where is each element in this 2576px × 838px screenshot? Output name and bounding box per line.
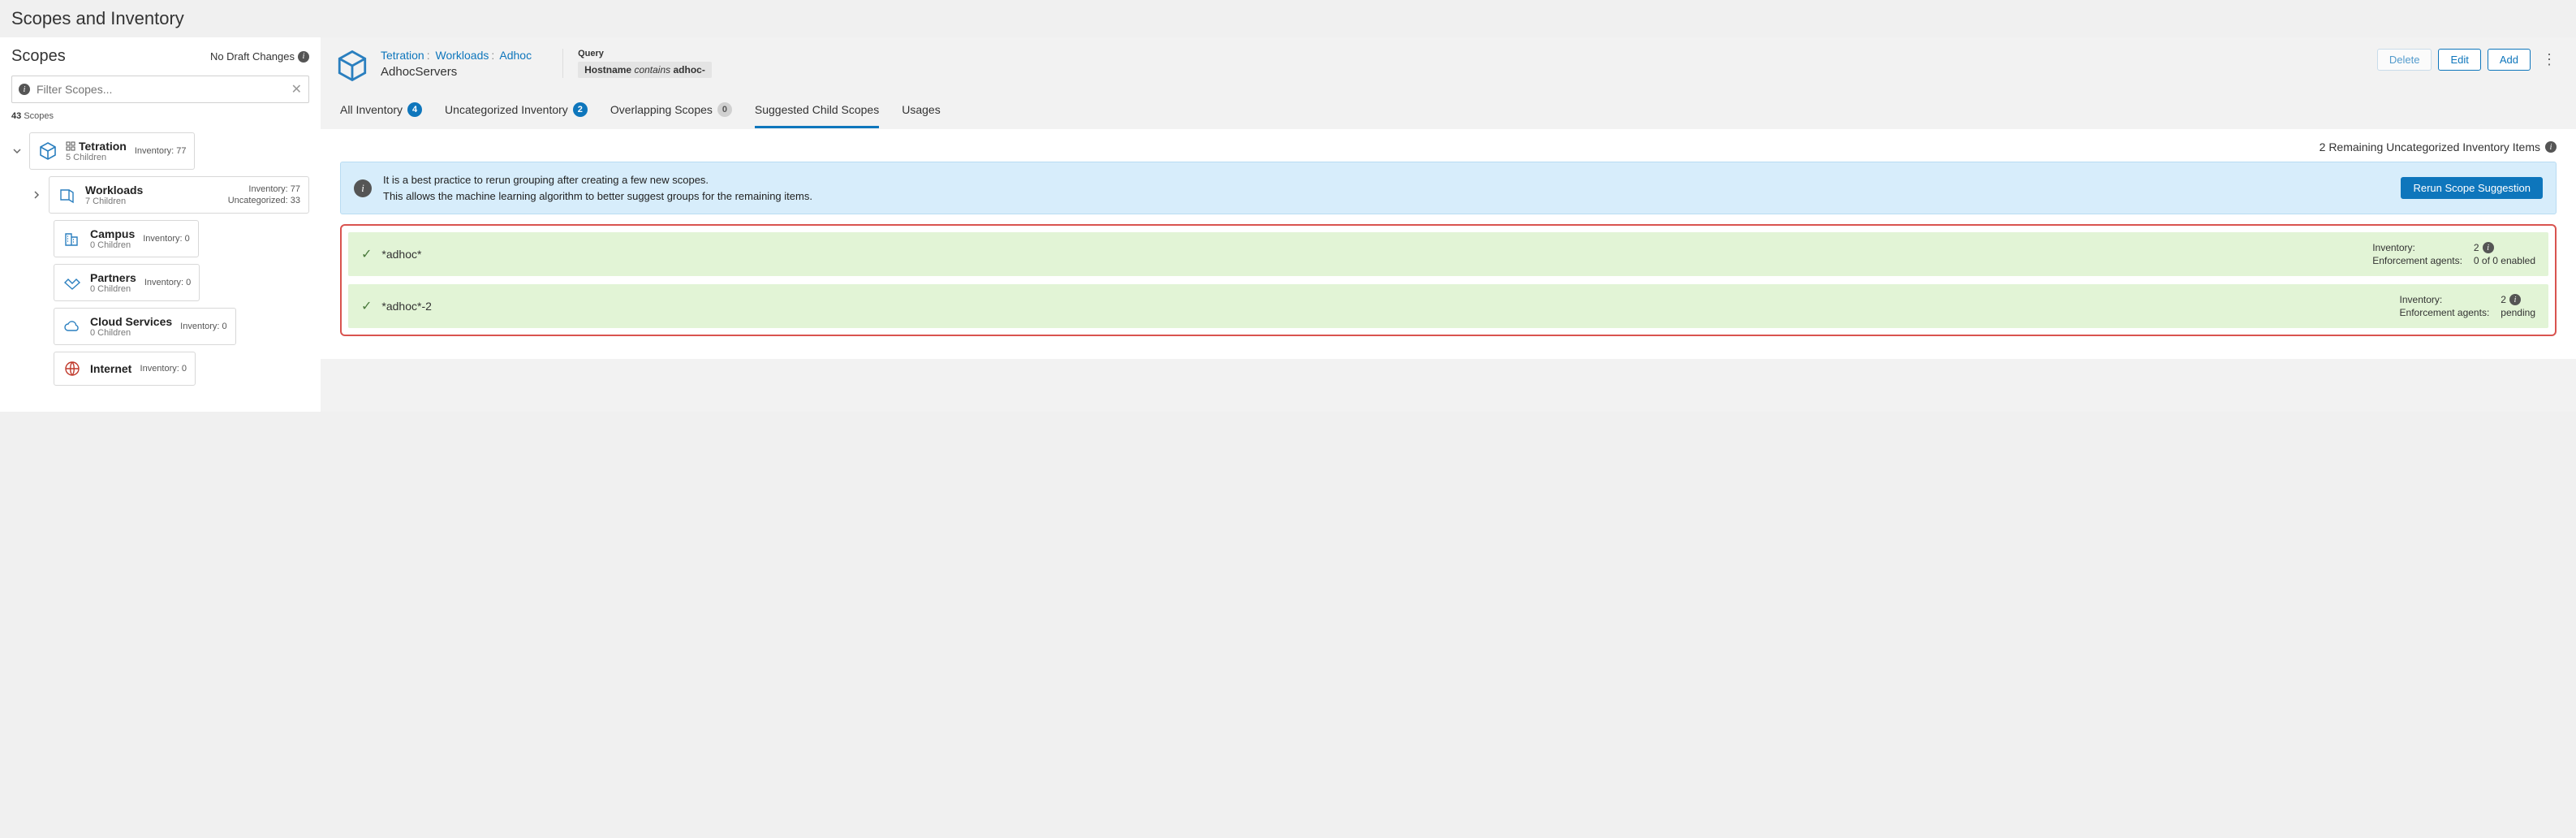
scope-count: 43 Scopes: [11, 111, 309, 121]
tree-row-partners[interactable]: Partners 0 Children Inventory: 0: [11, 264, 309, 301]
breadcrumb-link[interactable]: Tetration: [381, 49, 424, 62]
query-chip: Hostname contains adhoc-: [578, 62, 712, 78]
meta-value: pending: [2501, 307, 2535, 318]
suggestion-row[interactable]: ✓ *adhoc* Inventory: 2i Enforcement agen…: [348, 232, 2548, 276]
node-inventory: Inventory: 0: [140, 364, 187, 374]
main-panel: Tetration: Workloads: Adhoc AdhocServers…: [321, 37, 2576, 412]
tab-bar: All Inventory 4 Uncategorized Inventory …: [321, 94, 2576, 129]
meta-label: Inventory:: [2400, 294, 2490, 305]
cube-icon: [38, 141, 58, 161]
cube-icon: [335, 49, 369, 83]
info-icon[interactable]: i: [2545, 141, 2557, 153]
chevron-down-icon[interactable]: [11, 145, 23, 157]
meta-value: 2i: [2501, 294, 2535, 305]
badge: 0: [717, 102, 732, 117]
tree-row-tetration[interactable]: Tetration 5 Children Inventory: 77: [11, 132, 309, 170]
info-icon[interactable]: i: [2509, 294, 2521, 305]
node-inventory: Inventory: 77: [228, 184, 300, 194]
page-title: Scopes and Inventory: [0, 0, 2576, 37]
tab-all-inventory[interactable]: All Inventory 4: [340, 94, 422, 129]
info-icon: i: [354, 179, 372, 197]
globe-icon: [62, 359, 82, 378]
node-inventory: Inventory: 0: [144, 278, 191, 287]
suggestion-row[interactable]: ✓ *adhoc*-2 Inventory: 2i Enforcement ag…: [348, 284, 2548, 328]
node-inventory: Inventory: 0: [143, 234, 189, 244]
suggestion-name: *adhoc*: [381, 248, 2363, 261]
check-icon: ✓: [361, 298, 372, 314]
meta-label: Enforcement agents:: [2400, 307, 2490, 318]
edit-button[interactable]: Edit: [2438, 49, 2480, 71]
check-icon: ✓: [361, 246, 372, 262]
rerun-scope-suggestion-button[interactable]: Rerun Scope Suggestion: [2401, 177, 2543, 199]
delete-button[interactable]: Delete: [2377, 49, 2432, 71]
info-icon[interactable]: i: [2483, 242, 2494, 253]
badge: 2: [573, 102, 588, 117]
tab-overlapping-scopes[interactable]: Overlapping Scopes 0: [610, 94, 732, 129]
draft-changes-label: No Draft Changes i: [210, 50, 309, 63]
node-children: 5 Children: [66, 153, 127, 162]
more-menu-icon[interactable]: ⋮: [2537, 51, 2561, 68]
suggestion-name: *adhoc*-2: [381, 300, 2389, 313]
suggestion-group-highlight: ✓ *adhoc* Inventory: 2i Enforcement agen…: [340, 224, 2557, 336]
node-name: Campus: [90, 227, 135, 240]
meta-value: 0 of 0 enabled: [2474, 255, 2535, 266]
tab-suggested-child-scopes[interactable]: Suggested Child Scopes: [755, 95, 879, 128]
sidebar-title: Scopes: [11, 47, 66, 66]
node-name: Cloud Services: [90, 315, 172, 328]
node-name: Tetration: [79, 140, 127, 153]
node-children: 0 Children: [90, 328, 172, 338]
stack-icon: [58, 185, 77, 205]
remaining-items-label: 2 Remaining Uncategorized Inventory Item…: [340, 140, 2557, 153]
info-icon: i: [19, 84, 30, 95]
tree-row-campus[interactable]: Campus 0 Children Inventory: 0: [11, 220, 309, 257]
node-name: Workloads: [85, 184, 143, 197]
cloud-icon: [62, 317, 82, 336]
breadcrumb-link[interactable]: Workloads: [435, 49, 489, 62]
clear-icon[interactable]: ✕: [291, 81, 302, 97]
add-button[interactable]: Add: [2488, 49, 2531, 71]
grid-icon: [66, 141, 75, 151]
tree-row-cloud[interactable]: Cloud Services 0 Children Inventory: 0: [11, 308, 309, 345]
node-uncat: Uncategorized: 33: [228, 196, 300, 205]
current-scope-name: AdhocServers: [381, 65, 532, 79]
node-name: Partners: [90, 271, 136, 284]
breadcrumb: Tetration: Workloads: Adhoc: [381, 49, 532, 62]
filter-scopes-input[interactable]: [30, 83, 291, 96]
filter-scopes-input-wrap[interactable]: i ✕: [11, 76, 309, 103]
node-children: 0 Children: [90, 284, 136, 294]
query-label: Query: [578, 49, 712, 58]
banner-line: It is a best practice to rerun grouping …: [383, 172, 2389, 188]
query-block: Query Hostname contains adhoc-: [562, 49, 712, 78]
tree-row-internet[interactable]: Internet Inventory: 0: [11, 352, 309, 386]
chevron-right-icon[interactable]: [31, 189, 42, 201]
meta-value: 2i: [2474, 242, 2535, 253]
node-inventory: Inventory: 77: [135, 146, 187, 156]
banner-line: This allows the machine learning algorit…: [383, 188, 2389, 205]
tab-uncategorized-inventory[interactable]: Uncategorized Inventory 2: [445, 94, 588, 129]
badge: 4: [407, 102, 422, 117]
info-icon[interactable]: i: [298, 51, 309, 63]
tree-row-workloads[interactable]: Workloads 7 Children Inventory: 77 Uncat…: [11, 176, 309, 214]
node-children: 0 Children: [90, 240, 135, 250]
tab-usages[interactable]: Usages: [902, 95, 940, 128]
node-children: 7 Children: [85, 197, 143, 206]
node-name: Internet: [90, 362, 131, 375]
info-banner: i It is a best practice to rerun groupin…: [340, 162, 2557, 214]
meta-label: Enforcement agents:: [2372, 255, 2462, 266]
scopes-sidebar: Scopes No Draft Changes i i ✕ 43 Scopes: [0, 37, 321, 412]
node-inventory: Inventory: 0: [180, 322, 226, 331]
breadcrumb-link[interactable]: Adhoc: [499, 49, 532, 62]
meta-label: Inventory:: [2372, 242, 2462, 253]
buildings-icon: [62, 229, 82, 248]
handshake-icon: [62, 273, 82, 292]
